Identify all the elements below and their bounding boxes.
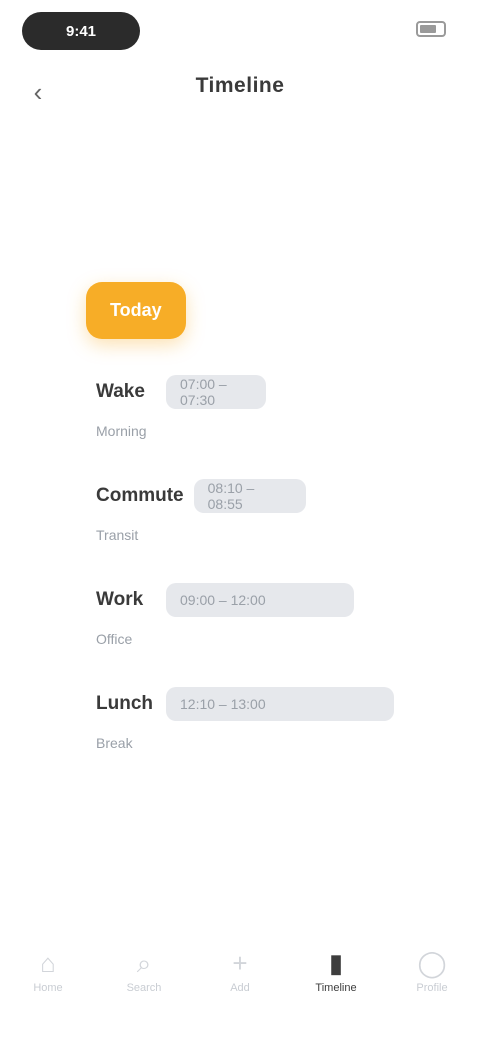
timeline-item-bar: 12:10 – 13:00 [166, 687, 394, 721]
status-right [384, 18, 446, 40]
timeline-item-subtitle: Transit [96, 527, 139, 543]
timeline-item[interactable]: Wake 07:00 – 07:30 Morning [86, 369, 416, 439]
timeline-item-name: Work [96, 589, 144, 610]
nav-item-home[interactable]: ⌂ Home [18, 950, 78, 994]
timeline-active-pill[interactable]: Today [86, 282, 186, 339]
timeline-item-subtitle: Office [96, 631, 133, 647]
timeline-item[interactable]: Commute 08:10 – 08:55 Transit [86, 473, 416, 543]
timeline-item-subtitle: Morning [96, 423, 147, 439]
user-icon: ◯ [417, 948, 447, 978]
home-icon: ⌂ [40, 948, 56, 978]
nav-item-search[interactable]: ⌕ Search [114, 950, 174, 994]
timeline-item[interactable]: Lunch 12:10 – 13:00 Break [86, 681, 416, 751]
status-bar: 9:41 [0, 0, 480, 60]
status-time: 9:41 [22, 12, 140, 50]
battery-icon [416, 21, 446, 37]
timeline-item[interactable]: Work 09:00 – 12:00 Office [86, 577, 416, 647]
nav-item-label: Profile [416, 982, 448, 994]
timeline-icon: ▮ [328, 948, 344, 978]
timeline: Today Wake 07:00 – 07:30 Morning Commute… [86, 282, 416, 785]
timeline-item-bar: 09:00 – 12:00 [166, 583, 354, 617]
nav-item-timeline[interactable]: ▮ Timeline [306, 950, 366, 994]
nav-item-label: Home [33, 982, 63, 994]
nav-item-label: Add [230, 982, 250, 994]
timeline-item-name: Commute [96, 485, 184, 506]
page-title: Timeline [195, 74, 285, 97]
nav-item-label: Timeline [315, 982, 357, 994]
timeline-item-subtitle: Break [96, 735, 133, 751]
timeline-item-name: Lunch [96, 693, 153, 714]
timeline-item-name: Wake [96, 381, 145, 402]
timeline-item-bar: 08:10 – 08:55 [193, 479, 306, 513]
nav-item-label: Search [126, 982, 162, 994]
search-icon: ⌕ [136, 948, 152, 978]
plus-icon: + [232, 948, 248, 978]
nav-item-profile[interactable]: ◯ Profile [402, 950, 462, 994]
timeline-item-bar: 07:00 – 07:30 [166, 375, 266, 409]
nav-item-add[interactable]: + Add [210, 950, 270, 994]
bottom-nav: ⌂ Home ⌕ Search + Add ▮ Timeline ◯ Profi… [0, 934, 480, 1010]
